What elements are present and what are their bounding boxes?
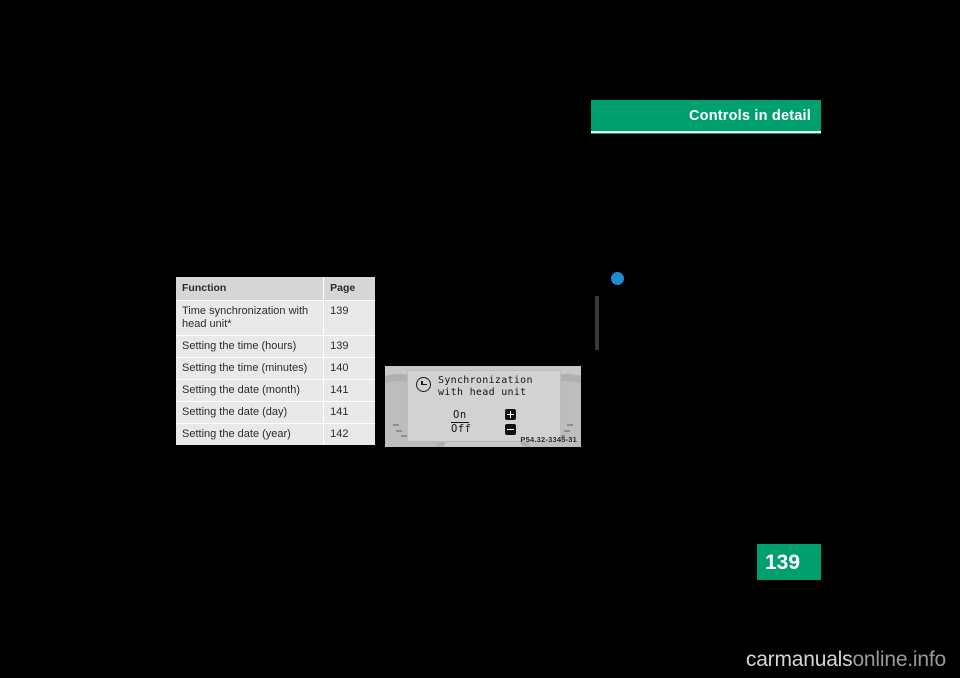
gauge-tick <box>564 430 570 432</box>
display-option-on: On <box>451 409 469 423</box>
header-underline-rule <box>591 131 821 133</box>
table-row: Setting the date (month) 141 <box>176 379 375 402</box>
table-cell-function: Setting the date (day) <box>176 401 324 424</box>
table-row: Time synchronization with head unit* 139 <box>176 300 375 336</box>
table-cell-page: 142 <box>323 423 375 445</box>
page-number: 139 <box>765 551 801 574</box>
table-cell-page: 141 <box>323 379 375 402</box>
gauge-tick <box>393 424 399 426</box>
figure-code: P54.32-3345-31 <box>520 435 577 444</box>
display-title: Synchronization with head unit <box>438 375 556 399</box>
blue-bullet-marker-icon <box>611 272 624 285</box>
table-cell-function: Time synchronization with head unit* <box>176 300 324 336</box>
cluster-display-panel: Synchronization with head unit On Off <box>407 370 561 442</box>
table-header-function: Function <box>176 277 324 301</box>
gauge-tick <box>567 424 573 426</box>
margin-rule <box>595 296 599 350</box>
watermark: carmanualsonline.info <box>746 648 946 672</box>
function-page-table: Function Page Time synchronization with … <box>176 277 375 445</box>
display-title-line-1: Synchronization <box>438 375 533 386</box>
instrument-cluster-illustration: Synchronization with head unit On Off P5… <box>385 366 581 447</box>
table-cell-page: 139 <box>323 300 375 336</box>
watermark-domain: online.info <box>852 648 946 671</box>
table-cell-page: 139 <box>323 335 375 358</box>
section-header-banner: Controls in detail <box>591 100 821 134</box>
table-row: Setting the time (hours) 139 <box>176 335 375 358</box>
table-header-row: Function Page <box>176 277 375 301</box>
table-cell-function: Setting the time (minutes) <box>176 357 324 380</box>
table-row: Setting the time (minutes) 140 <box>176 357 375 380</box>
table-cell-page: 140 <box>323 357 375 380</box>
clock-icon <box>416 377 431 392</box>
table-row: Setting the date (day) 141 <box>176 401 375 424</box>
display-option-off: Off <box>451 423 472 435</box>
display-title-line-2: with head unit <box>438 387 527 398</box>
gauge-tick <box>396 430 402 432</box>
table-header-page: Page <box>323 277 375 301</box>
page-number-block: 139 <box>757 544 821 580</box>
section-title: Controls in detail <box>688 108 811 124</box>
table-cell-function: Setting the date (month) <box>176 379 324 402</box>
watermark-main: carmanuals <box>745 648 853 671</box>
table-row: Setting the date (year) 142 <box>176 423 375 445</box>
table-cell-function: Setting the time (hours) <box>176 335 324 358</box>
table-cell-page: 141 <box>323 401 375 424</box>
minus-button-icon <box>505 424 516 435</box>
plus-button-icon <box>505 409 516 420</box>
table-cell-function: Setting the date (year) <box>176 423 324 445</box>
